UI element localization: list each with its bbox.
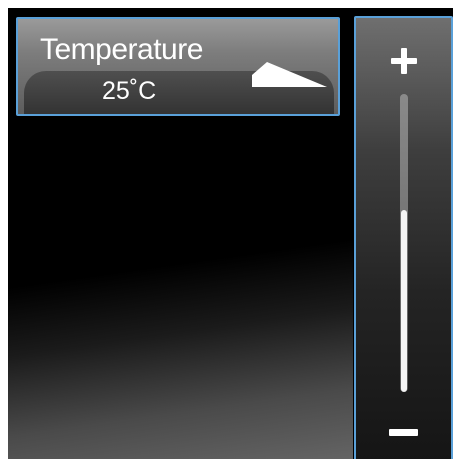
- temperature-value: 25˚C: [102, 77, 157, 105]
- plus-icon[interactable]: [378, 35, 430, 87]
- thermostat-frame: Temperature 25˚C: [8, 8, 453, 459]
- temperature-title: Temperature: [40, 33, 203, 66]
- wedge-icon: [252, 62, 327, 87]
- minus-icon[interactable]: [378, 406, 430, 458]
- slider-fill: [401, 210, 407, 392]
- temperature-card[interactable]: Temperature 25˚C: [16, 17, 340, 116]
- slider-track[interactable]: [400, 94, 408, 392]
- temperature-slider-panel: [354, 16, 453, 459]
